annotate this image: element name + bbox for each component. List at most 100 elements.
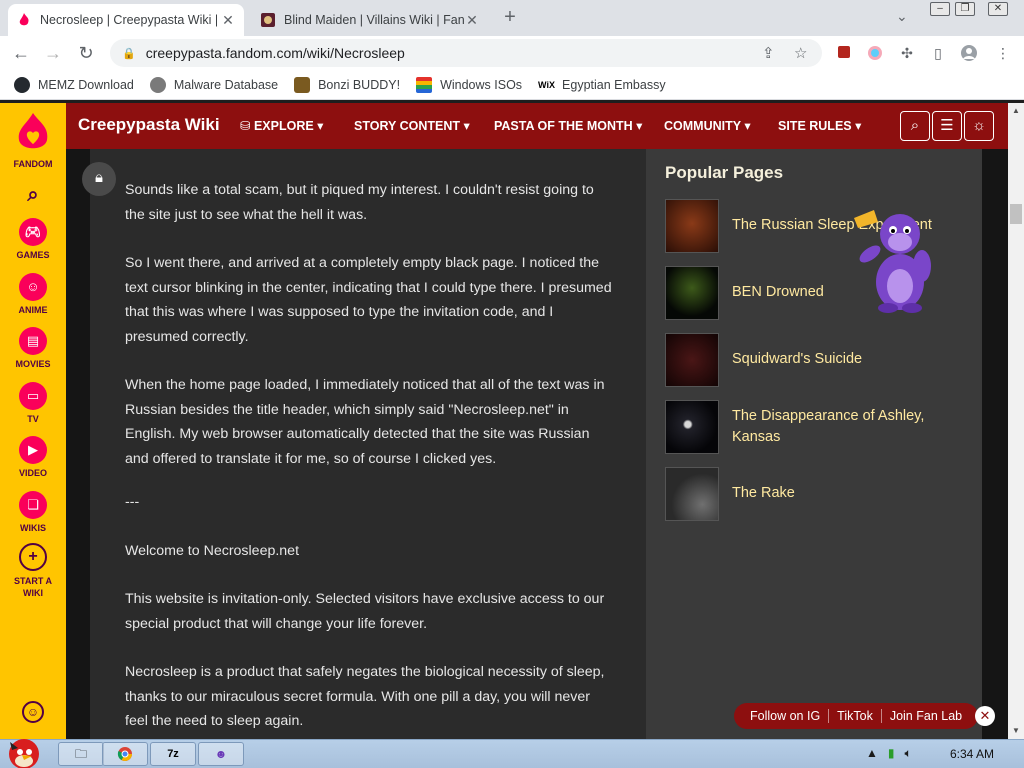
rail-video[interactable]: ▶ VIDEO [0,436,66,478]
popular-page-item[interactable]: The Rake [665,467,975,523]
new-tab-button[interactable]: + [498,6,522,30]
tab-blind-maiden[interactable]: Blind Maiden | Villains Wiki | Fan ✕ [252,4,488,36]
nav-story-content[interactable]: STORY CONTENT ▾ [354,118,470,133]
volume-icon[interactable]: 🔈︎ [905,746,912,761]
scroll-up-icon[interactable]: ▲ [1010,106,1022,115]
close-tab-icon[interactable]: ✕ [464,12,480,29]
popular-page-thumbnail[interactable] [665,199,719,253]
bonzi-buddy-character[interactable] [848,204,940,314]
tiktok-link[interactable]: TikTok [829,709,882,723]
share-icon[interactable]: ⇪ [762,44,775,62]
follow-ig-link[interactable]: Follow on IG [742,709,830,723]
article-paragraph: This website is invitation-only. Selecte… [125,591,605,632]
bookmark-label: Malware Database [173,77,279,92]
rail-label: FANDOM [13,159,53,169]
bookmark-malware-database[interactable]: Malware Database [149,76,279,93]
url-text[interactable]: creepypasta.fandom.com/wiki/Necrosleep [146,45,405,61]
start-button-angry-bird-icon[interactable] [2,734,48,768]
bookmarks-bar: MEMZ Download Malware Database Bonzi BUD… [0,70,1024,100]
bookmark-label: MEMZ Download [38,77,134,92]
restore-icon[interactable]: ❐ [955,2,975,16]
article-paragraph: Necrosleep is a product that safely nega… [125,664,605,729]
address-bar[interactable]: 🔒 creepypasta.fandom.com/wiki/Necrosleep… [110,39,822,67]
taskbar-bonzi[interactable]: ☻ [198,742,244,766]
star-icon[interactable]: ☆ [794,44,807,62]
join-fan-lab-link[interactable]: Join Fan Lab [882,709,970,723]
chevron-down-icon: ▾ [740,119,751,133]
popular-page-link[interactable]: The Disappearance of Ashley, Kansas [732,406,962,448]
rail-start-a-wiki[interactable]: + START A WIKI [0,543,66,599]
puzzle-icon[interactable]: ✣ [898,44,916,62]
menu-kebab-icon[interactable]: ⋮ [994,44,1012,62]
close-tab-icon[interactable]: ✕ [220,12,236,29]
rail-fandom-home[interactable]: FANDOM [0,111,66,169]
nav-label: EXPLORE [253,119,314,133]
sun-icon: ☼ [972,117,986,134]
tray-expand-icon[interactable]: ▲ [866,746,878,761]
gamepad-icon: 🎮︎ [19,218,47,246]
popular-page-item[interactable]: Squidward's Suicide [665,333,975,389]
nav-community[interactable]: COMMUNITY ▾ [664,118,751,133]
rail-anime[interactable]: ☺ ANIME [0,273,66,315]
taskbar-chrome[interactable] [102,742,148,766]
pride-extension-icon[interactable] [866,44,884,62]
discussions-button[interactable]: ☰ [932,111,962,141]
bookmark-egyptian-embassy[interactable]: WiX Egyptian Embassy [538,77,666,93]
bonzi-icon: ☻ [214,747,228,761]
rail-movies[interactable]: ▤ MOVIES [0,327,66,369]
rail-tv[interactable]: ▭ TV [0,382,66,424]
search-icon: ⌕ [27,184,39,206]
wiki-header: Creepypasta Wiki ⛁ EXPLORE ▾ STORY CONTE… [66,103,1008,149]
scrollbar-thumb[interactable] [1010,204,1022,224]
nav-label: PASTA OF THE MONTH [494,119,633,133]
extension-icon[interactable] [836,44,854,62]
villains-wiki-icon [261,13,275,27]
popular-page-link[interactable]: The Rake [732,483,962,504]
fandom-flame-icon [19,13,29,26]
rail-label: TV [27,414,39,424]
bookmark-label: Windows ISOs [440,77,523,92]
popular-page-thumbnail[interactable] [665,333,719,387]
rail-games[interactable]: 🎮︎ GAMES [0,218,66,260]
wiki-title[interactable]: Creepypasta Wiki [78,115,220,135]
popular-page-thumbnail[interactable] [665,467,719,521]
rail-search[interactable]: ⌕ [0,183,66,215]
back-icon[interactable]: ← [8,40,34,66]
minimize-icon[interactable]: – [930,2,950,16]
popular-pages-title: Popular Pages [665,163,784,182]
tab-necrosleep[interactable]: Necrosleep | Creepypasta Wiki | F ✕ [8,4,244,36]
profile-icon[interactable] [960,44,978,62]
video-icon: ▶ [19,436,47,464]
popular-page-thumbnail[interactable] [665,400,719,454]
taskbar-clock[interactable]: 6:34 AM [950,747,994,761]
theme-toggle-button[interactable]: ☼ [964,111,994,141]
scroll-down-icon[interactable]: ▼ [1010,726,1022,735]
nav-explore[interactable]: ⛁ EXPLORE ▾ [240,118,323,133]
nav-label: STORY CONTENT [354,119,461,133]
chevron-down-icon: ▾ [851,119,862,133]
rail-account[interactable]: ☺ [0,701,66,727]
battery-icon[interactable]: ▮ [888,746,895,761]
rail-label: MOVIES [15,359,51,369]
popular-page-link[interactable]: Squidward's Suicide [732,349,962,370]
side-panel-icon[interactable]: ▯ [929,44,947,62]
bookmark-memz[interactable]: MEMZ Download [14,76,134,93]
chevron-down-icon[interactable]: ⌄ [896,8,908,25]
lock-icon[interactable]: 🔒︎ [82,162,116,196]
popular-page-item[interactable]: The Disappearance of Ashley, Kansas [665,400,975,456]
popular-page-thumbnail[interactable] [665,266,719,320]
reload-icon[interactable]: ↻ [73,40,99,66]
nav-site-rules[interactable]: SITE RULES ▾ [778,118,861,133]
nav-pasta-of-the-month[interactable]: PASTA OF THE MONTH ▾ [494,118,642,133]
lock-icon[interactable]: 🔒 [122,47,136,60]
taskbar-7zip[interactable]: 7z [150,742,196,766]
wiki-search-button[interactable]: ⌕ [900,111,930,141]
rail-wikis[interactable]: ❏ WIKIS [0,491,66,533]
bookmark-bonzi-buddy[interactable]: Bonzi BUDDY! [294,76,400,93]
close-window-icon[interactable]: ✕ [988,2,1008,16]
page-scrollbar[interactable] [1008,103,1024,739]
close-icon[interactable]: ✕ [975,706,995,726]
forward-icon[interactable]: → [40,40,66,66]
bookmark-windows-isos[interactable]: Windows ISOs [416,76,523,93]
taskbar-explorer[interactable]: 🗀 [58,742,104,766]
